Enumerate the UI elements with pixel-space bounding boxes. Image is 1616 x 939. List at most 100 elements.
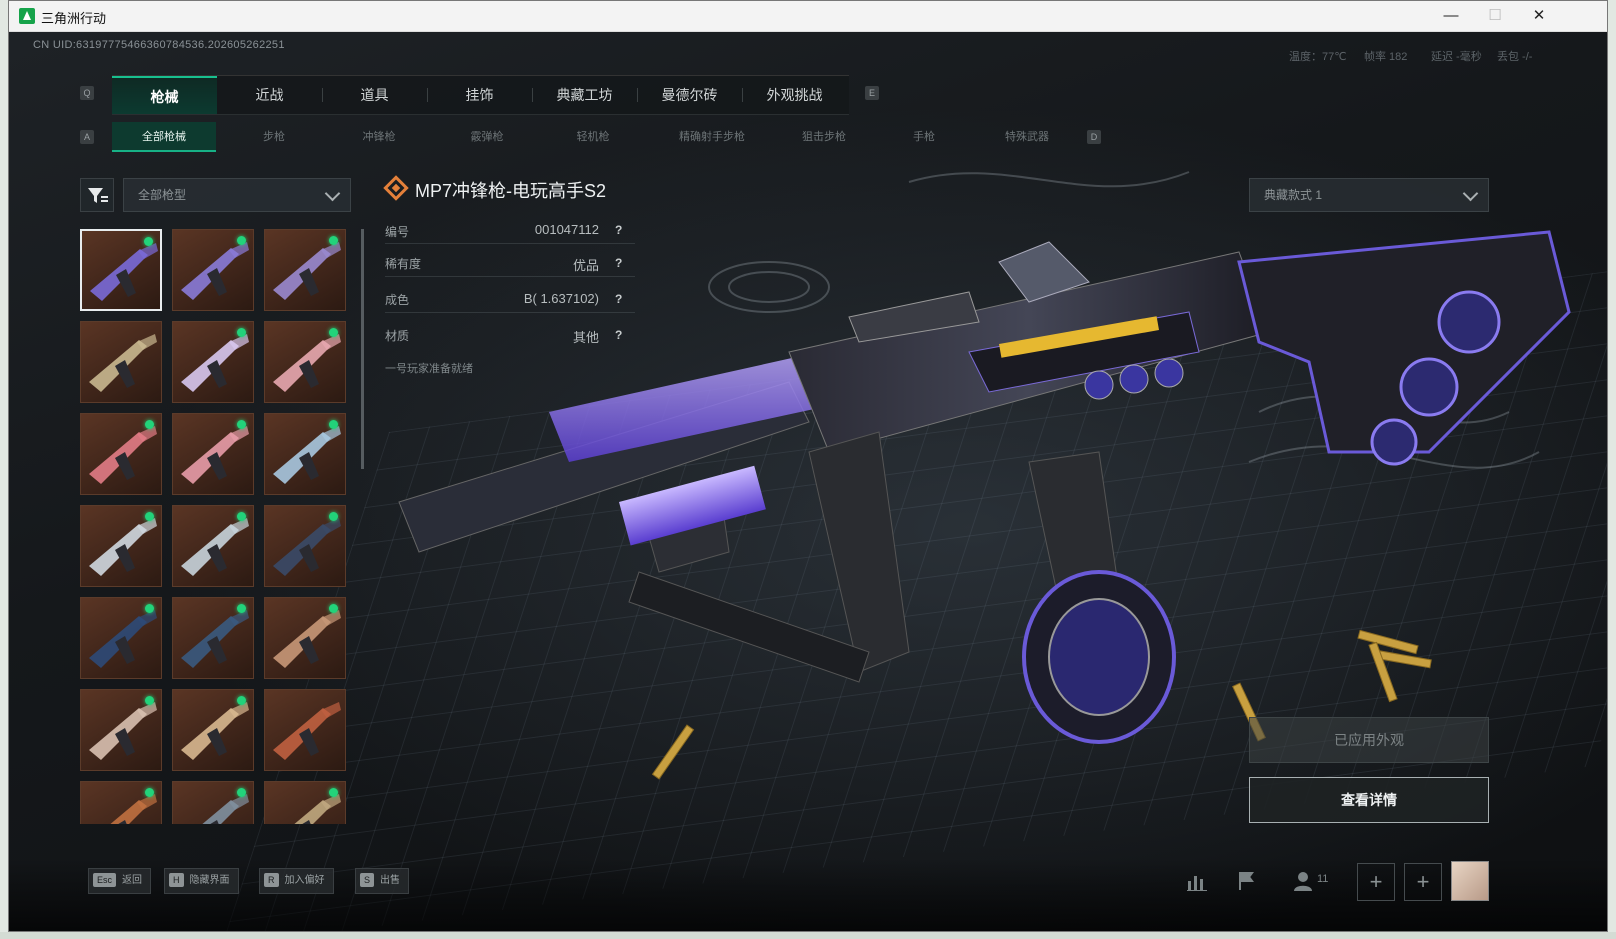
skin-thumbnail[interactable] [80, 689, 162, 771]
sell-button[interactable]: S 出售 [355, 868, 410, 894]
skin-thumbnail[interactable] [264, 505, 346, 587]
game-window: 三角洲行动 — ☐ ✕ CN UID:63197775466360784536.… [8, 0, 1608, 932]
skin-thumbnail[interactable] [172, 413, 254, 495]
subtab-dmr[interactable]: 精确射手步枪 [652, 122, 772, 152]
new-indicator [237, 328, 246, 337]
skin-thumbnail[interactable] [172, 321, 254, 403]
taskbar-strip [0, 932, 1616, 939]
stat-value-wear: B( 1.637102) [523, 291, 599, 306]
add-teammate-slot-button[interactable]: + [1404, 863, 1442, 901]
skin-thumbnail[interactable] [172, 689, 254, 771]
subtab-smg[interactable]: 冲锋枪 [334, 122, 424, 152]
packet-loss-readout: 丢包 -/- [1497, 51, 1533, 63]
new-indicator [145, 420, 154, 429]
team-icon[interactable] [1287, 865, 1319, 897]
tab-appearance-challenge[interactable]: 外观挑战 [742, 76, 847, 114]
skin-thumbnail[interactable] [264, 597, 346, 679]
prev-tab-key-hint[interactable]: Q [80, 86, 94, 100]
skin-grid-scrollbar[interactable] [361, 229, 364, 469]
tab-charms[interactable]: 挂饰 [427, 76, 532, 114]
weapon-name: MP7冲锋枪-电玩高手S2 [415, 181, 607, 201]
subtab-pistol[interactable]: 手枪 [884, 122, 964, 152]
skin-thumbnail[interactable] [264, 781, 346, 824]
subtab-lmg[interactable]: 轻机枪 [548, 122, 638, 152]
key-hint: Esc [93, 873, 117, 887]
subtab-rifle[interactable]: 步枪 [234, 122, 314, 152]
tab-items[interactable]: 道具 [322, 76, 427, 114]
new-indicator [237, 696, 246, 705]
flag-icon[interactable] [1231, 865, 1263, 897]
new-indicator [237, 236, 246, 245]
skin-thumbnail[interactable] [172, 781, 254, 824]
stat-value-rarity: 优品 [572, 258, 599, 273]
skin-thumbnail[interactable] [172, 229, 254, 311]
skin-thumbnail[interactable] [264, 321, 346, 403]
skin-thumbnail[interactable] [80, 413, 162, 495]
weapon-thumbnail-icon [273, 702, 341, 760]
tab-collection-workshop[interactable]: 典藏工坊 [532, 76, 637, 114]
view-details-button[interactable]: 查看详情 [1249, 777, 1489, 823]
stat-label-material: 材质 [385, 329, 410, 343]
key-hint: S [360, 873, 375, 887]
weapon-type-dropdown-value: 全部枪型 [138, 188, 187, 202]
armory-screen: CN UID:63197775466360784536.202605262251… [9, 32, 1607, 931]
subtab-sniper[interactable]: 狙击步枪 [774, 122, 874, 152]
stat-label-serial: 编号 [385, 225, 410, 239]
minimize-button[interactable]: — [1429, 5, 1473, 27]
new-indicator [237, 788, 246, 797]
applied-appearance-button[interactable]: 已应用外观 [1249, 717, 1489, 763]
new-indicator [237, 420, 246, 429]
new-indicator [145, 696, 154, 705]
weapon-type-dropdown[interactable]: 全部枪型 [123, 178, 351, 212]
new-indicator [145, 788, 154, 797]
main-tab-bar: 枪械 近战 道具 挂饰 典藏工坊 曼德尔砖 外观挑战 [112, 75, 849, 115]
prev-subtab-key-hint[interactable]: A [80, 130, 94, 144]
help-icon[interactable]: ? [615, 328, 627, 342]
new-indicator [237, 512, 246, 521]
new-indicator [329, 604, 338, 613]
skin-thumbnail[interactable] [80, 505, 162, 587]
skin-thumbnail[interactable] [264, 689, 346, 771]
new-indicator [144, 237, 153, 246]
skin-thumbnail[interactable] [80, 597, 162, 679]
stats-chart-icon[interactable] [1181, 865, 1213, 897]
stat-label-wear: 成色 [385, 293, 410, 307]
subtab-shotgun[interactable]: 霰弹枪 [442, 122, 532, 152]
maximize-button[interactable]: ☐ [1473, 5, 1517, 27]
uid-label: CN UID:63197775466360784536.202605262251 [33, 39, 285, 51]
new-indicator [329, 420, 338, 429]
back-button[interactable]: Esc 返回 [88, 868, 152, 894]
player-avatar[interactable] [1451, 861, 1489, 901]
close-button[interactable]: ✕ [1517, 5, 1561, 27]
help-icon[interactable]: ? [615, 292, 627, 306]
new-indicator [145, 512, 154, 521]
add-favorite-button[interactable]: R 加入偏好 [259, 868, 334, 894]
skin-thumbnail[interactable] [80, 321, 162, 403]
back-label: 返回 [122, 875, 143, 886]
tab-mandel-brick[interactable]: 曼德尔砖 [637, 76, 742, 114]
skin-thumbnail[interactable] [264, 413, 346, 495]
next-subtab-key-hint[interactable]: D [1087, 130, 1101, 144]
new-indicator [145, 604, 154, 613]
hide-ui-button[interactable]: H 隐藏界面 [164, 868, 239, 894]
skin-thumbnail[interactable] [80, 229, 162, 311]
skin-thumbnail[interactable] [172, 597, 254, 679]
next-tab-key-hint[interactable]: E [865, 86, 879, 100]
filter-button[interactable] [80, 178, 114, 212]
tab-firearms[interactable]: 枪械 [112, 76, 217, 114]
tab-melee[interactable]: 近战 [217, 76, 322, 114]
skin-thumbnail[interactable] [172, 505, 254, 587]
variant-dropdown[interactable]: 典藏款式 1 [1249, 178, 1489, 212]
variant-dropdown-value: 典藏款式 1 [1264, 188, 1323, 202]
subtab-special[interactable]: 特殊武器 [972, 122, 1082, 152]
help-icon[interactable]: ? [615, 223, 627, 237]
stat-label-rarity: 稀有度 [385, 257, 422, 271]
skin-thumbnail[interactable] [80, 781, 162, 824]
subtab-all-firearms[interactable]: 全部枪械 [112, 122, 216, 152]
add-teammate-slot-button[interactable]: + [1357, 863, 1395, 901]
skin-thumbnail[interactable] [264, 229, 346, 311]
new-indicator [329, 236, 338, 245]
key-hint: H [169, 873, 184, 887]
sell-label: 出售 [380, 875, 401, 886]
help-icon[interactable]: ? [615, 256, 627, 270]
